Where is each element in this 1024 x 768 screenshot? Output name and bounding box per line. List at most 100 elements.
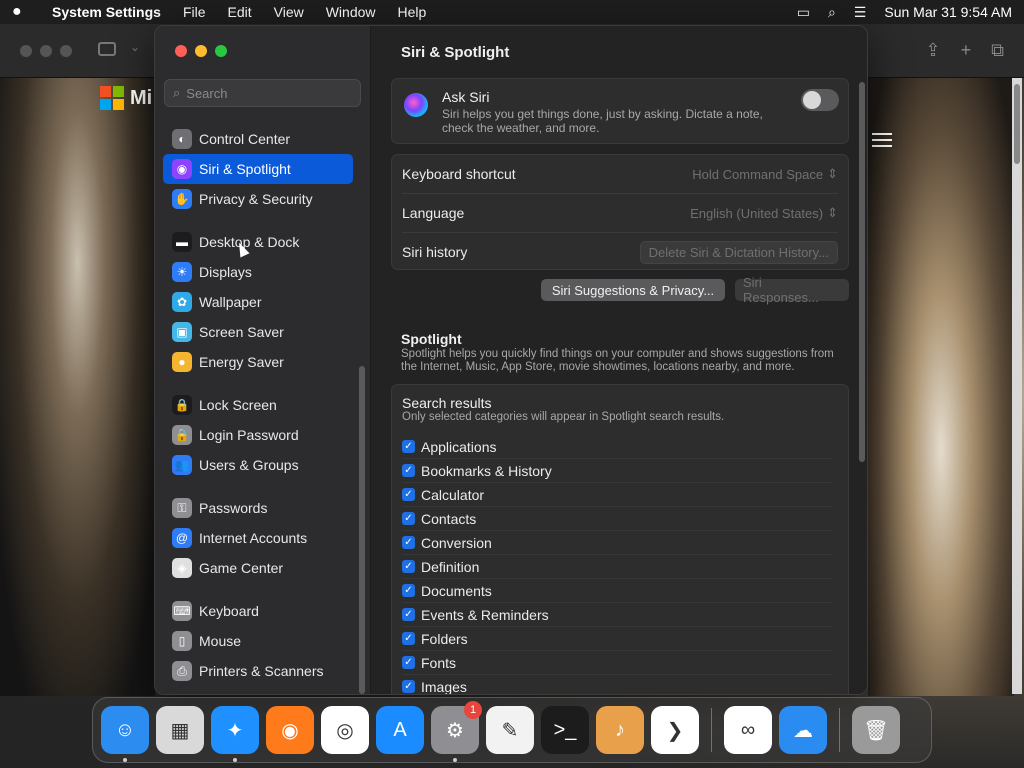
- spotlight-search-icon[interactable]: ⌕: [828, 4, 836, 21]
- checkbox-checked[interactable]: ✓: [402, 608, 415, 621]
- sidebar-item-game-center[interactable]: ◈ Game Center: [163, 553, 353, 583]
- search-result-category-row[interactable]: ✓ Contacts: [402, 507, 832, 531]
- checkbox-checked[interactable]: ✓: [402, 560, 415, 573]
- tabs-overview-icon[interactable]: ⧉: [991, 40, 1004, 61]
- search-result-category-row[interactable]: ✓ Fonts: [402, 651, 832, 675]
- trash-icon[interactable]: 🗑: [852, 706, 900, 754]
- main-scrollbar[interactable]: [859, 82, 865, 462]
- terminal-icon[interactable]: >_: [541, 706, 589, 754]
- language-select[interactable]: English (United States) ⇕: [690, 205, 838, 221]
- hamburger-menu-icon[interactable]: [872, 133, 892, 151]
- weather-icon[interactable]: ☁: [779, 706, 827, 754]
- background-scrollbar[interactable]: [1012, 78, 1022, 694]
- system-settings-icon[interactable]: ⚙ 1: [431, 701, 482, 762]
- search-result-category-row[interactable]: ✓ Images: [402, 675, 832, 694]
- chrome-icon[interactable]: ◎: [321, 706, 369, 754]
- search-result-category-row[interactable]: ✓ Applications: [402, 435, 832, 459]
- sidebar-item-keyboard[interactable]: ⌨ Keyboard: [163, 596, 353, 626]
- sidebar-item-wallpaper[interactable]: ✿ Wallpaper: [163, 287, 353, 317]
- menu-view[interactable]: View: [274, 4, 304, 20]
- control-center-icon: ◐: [172, 129, 192, 149]
- finder-icon[interactable]: ☺: [101, 706, 149, 762]
- menu-window[interactable]: Window: [326, 4, 376, 20]
- app-store-icon[interactable]: A: [376, 706, 424, 754]
- sidebar-item-lock-screen[interactable]: 🔒 Lock Screen: [163, 390, 353, 420]
- main-pane: Siri & Spotlight Ask Siri Siri helps you…: [371, 26, 867, 694]
- sidebar-scrollbar[interactable]: [359, 366, 365, 694]
- ask-siri-toggle[interactable]: [801, 89, 839, 111]
- siri-suggestions-privacy-button[interactable]: Siri Suggestions & Privacy...: [541, 279, 725, 301]
- visual-studio-icon[interactable]: ∞: [724, 706, 772, 754]
- sidebar-item-displays[interactable]: ☀ Displays: [163, 257, 353, 287]
- delete-siri-history-button[interactable]: Delete Siri & Dictation History...: [639, 240, 838, 264]
- sidebar-item-login-password[interactable]: 🔒 Login Password: [163, 420, 353, 450]
- keyboard-shortcut-label: Keyboard shortcut: [402, 166, 516, 182]
- sidebar-toggle-icon[interactable]: [98, 42, 116, 56]
- search-result-category-row[interactable]: ✓ Bookmarks & History: [402, 459, 832, 483]
- close-button[interactable]: [175, 45, 187, 57]
- sidebar-item-control-center[interactable]: ◐ Control Center: [163, 124, 353, 154]
- checkbox-checked[interactable]: ✓: [402, 632, 415, 645]
- search-result-category-row[interactable]: ✓ Folders: [402, 627, 832, 651]
- menu-file[interactable]: File: [183, 4, 206, 20]
- sidebar-item-siri-spotlight[interactable]: ◉ Siri & Spotlight: [163, 154, 353, 184]
- checkbox-checked[interactable]: ✓: [402, 680, 415, 693]
- sidebar-item-users-groups[interactable]: 👥 Users & Groups: [163, 450, 353, 480]
- sidebar-item-desktop-dock[interactable]: ▬ Desktop & Dock: [163, 227, 353, 257]
- textedit-icon[interactable]: ✎: [486, 706, 534, 754]
- running-indicator: [123, 758, 127, 762]
- sidebar-item-screen-saver[interactable]: ▣ Screen Saver: [163, 317, 353, 347]
- background-logo-text: Mi: [130, 86, 153, 109]
- search-icon: ⌕: [173, 85, 181, 100]
- sidebar-item-mouse[interactable]: ▯ Mouse: [163, 626, 353, 656]
- checkbox-checked[interactable]: ✓: [402, 464, 415, 477]
- checkbox-checked[interactable]: ✓: [402, 536, 415, 549]
- new-tab-icon[interactable]: +: [961, 40, 972, 61]
- updown-chevron-icon: ⇕: [827, 205, 838, 220]
- share-icon[interactable]: ⇪: [926, 40, 941, 61]
- search-input[interactable]: [186, 85, 347, 101]
- sidebar-item-label: Control Center: [199, 131, 291, 147]
- vscode-icon[interactable]: ❯: [651, 706, 699, 754]
- background-toolbar-actions: ⇪ + ⧉: [926, 40, 1004, 61]
- search-box[interactable]: ⌕: [164, 79, 361, 107]
- sidebar-item-printers-scanners[interactable]: ⎙ Printers & Scanners: [163, 656, 353, 686]
- checkbox-checked[interactable]: ✓: [402, 488, 415, 501]
- sidebar-item-energy-saver[interactable]: ● Energy Saver: [163, 347, 353, 377]
- screen-mirroring-icon[interactable]: ▭: [797, 4, 810, 21]
- garageband-icon[interactable]: ♪: [596, 706, 644, 754]
- keyboard-shortcut-select[interactable]: Hold Command Space ⇕: [692, 166, 838, 182]
- chevron-down-icon[interactable]: ⌄: [130, 40, 140, 54]
- search-result-category-row[interactable]: ✓ Events & Reminders: [402, 603, 832, 627]
- background-scrollbar-thumb[interactable]: [1014, 84, 1020, 164]
- checkbox-checked[interactable]: ✓: [402, 440, 415, 453]
- launchpad-icon[interactable]: ▦: [156, 706, 204, 754]
- menu-edit[interactable]: Edit: [228, 4, 252, 20]
- search-result-category-row[interactable]: ✓ Documents: [402, 579, 832, 603]
- search-result-category-row[interactable]: ✓ Calculator: [402, 483, 832, 507]
- menu-bar: ● System Settings File Edit View Window …: [0, 0, 1024, 24]
- apple-menu-icon[interactable]: ●: [12, 3, 36, 21]
- sidebar-item-label: Internet Accounts: [199, 530, 308, 546]
- clock[interactable]: Sun Mar 31 9:54 AM: [884, 4, 1012, 20]
- zoom-button[interactable]: [215, 45, 227, 57]
- checkbox-checked[interactable]: ✓: [402, 656, 415, 669]
- category-label: Applications: [421, 438, 497, 455]
- siri-responses-button[interactable]: Siri Responses...: [735, 275, 849, 305]
- search-result-category-row[interactable]: ✓ Conversion: [402, 531, 832, 555]
- search-results-description: Only selected categories will appear in …: [402, 411, 725, 423]
- dock-separator: [839, 708, 840, 752]
- checkbox-checked[interactable]: ✓: [402, 584, 415, 597]
- checkbox-checked[interactable]: ✓: [402, 512, 415, 525]
- sidebar-item-passwords[interactable]: ⚿ Passwords: [163, 493, 353, 523]
- sidebar-item-internet-accounts[interactable]: @ Internet Accounts: [163, 523, 353, 553]
- search-result-category-row[interactable]: ✓ Definition: [402, 555, 832, 579]
- minimize-button[interactable]: [195, 45, 207, 57]
- control-center-menu-icon[interactable]: ☰: [854, 4, 867, 21]
- firefox-icon[interactable]: ◉: [266, 706, 314, 754]
- running-indicator: [453, 758, 457, 762]
- menu-help[interactable]: Help: [398, 4, 427, 20]
- sidebar-item-privacy-security[interactable]: ✋ Privacy & Security: [163, 184, 353, 214]
- app-name-menu[interactable]: System Settings: [52, 4, 161, 20]
- safari-icon[interactable]: ✦: [211, 706, 259, 762]
